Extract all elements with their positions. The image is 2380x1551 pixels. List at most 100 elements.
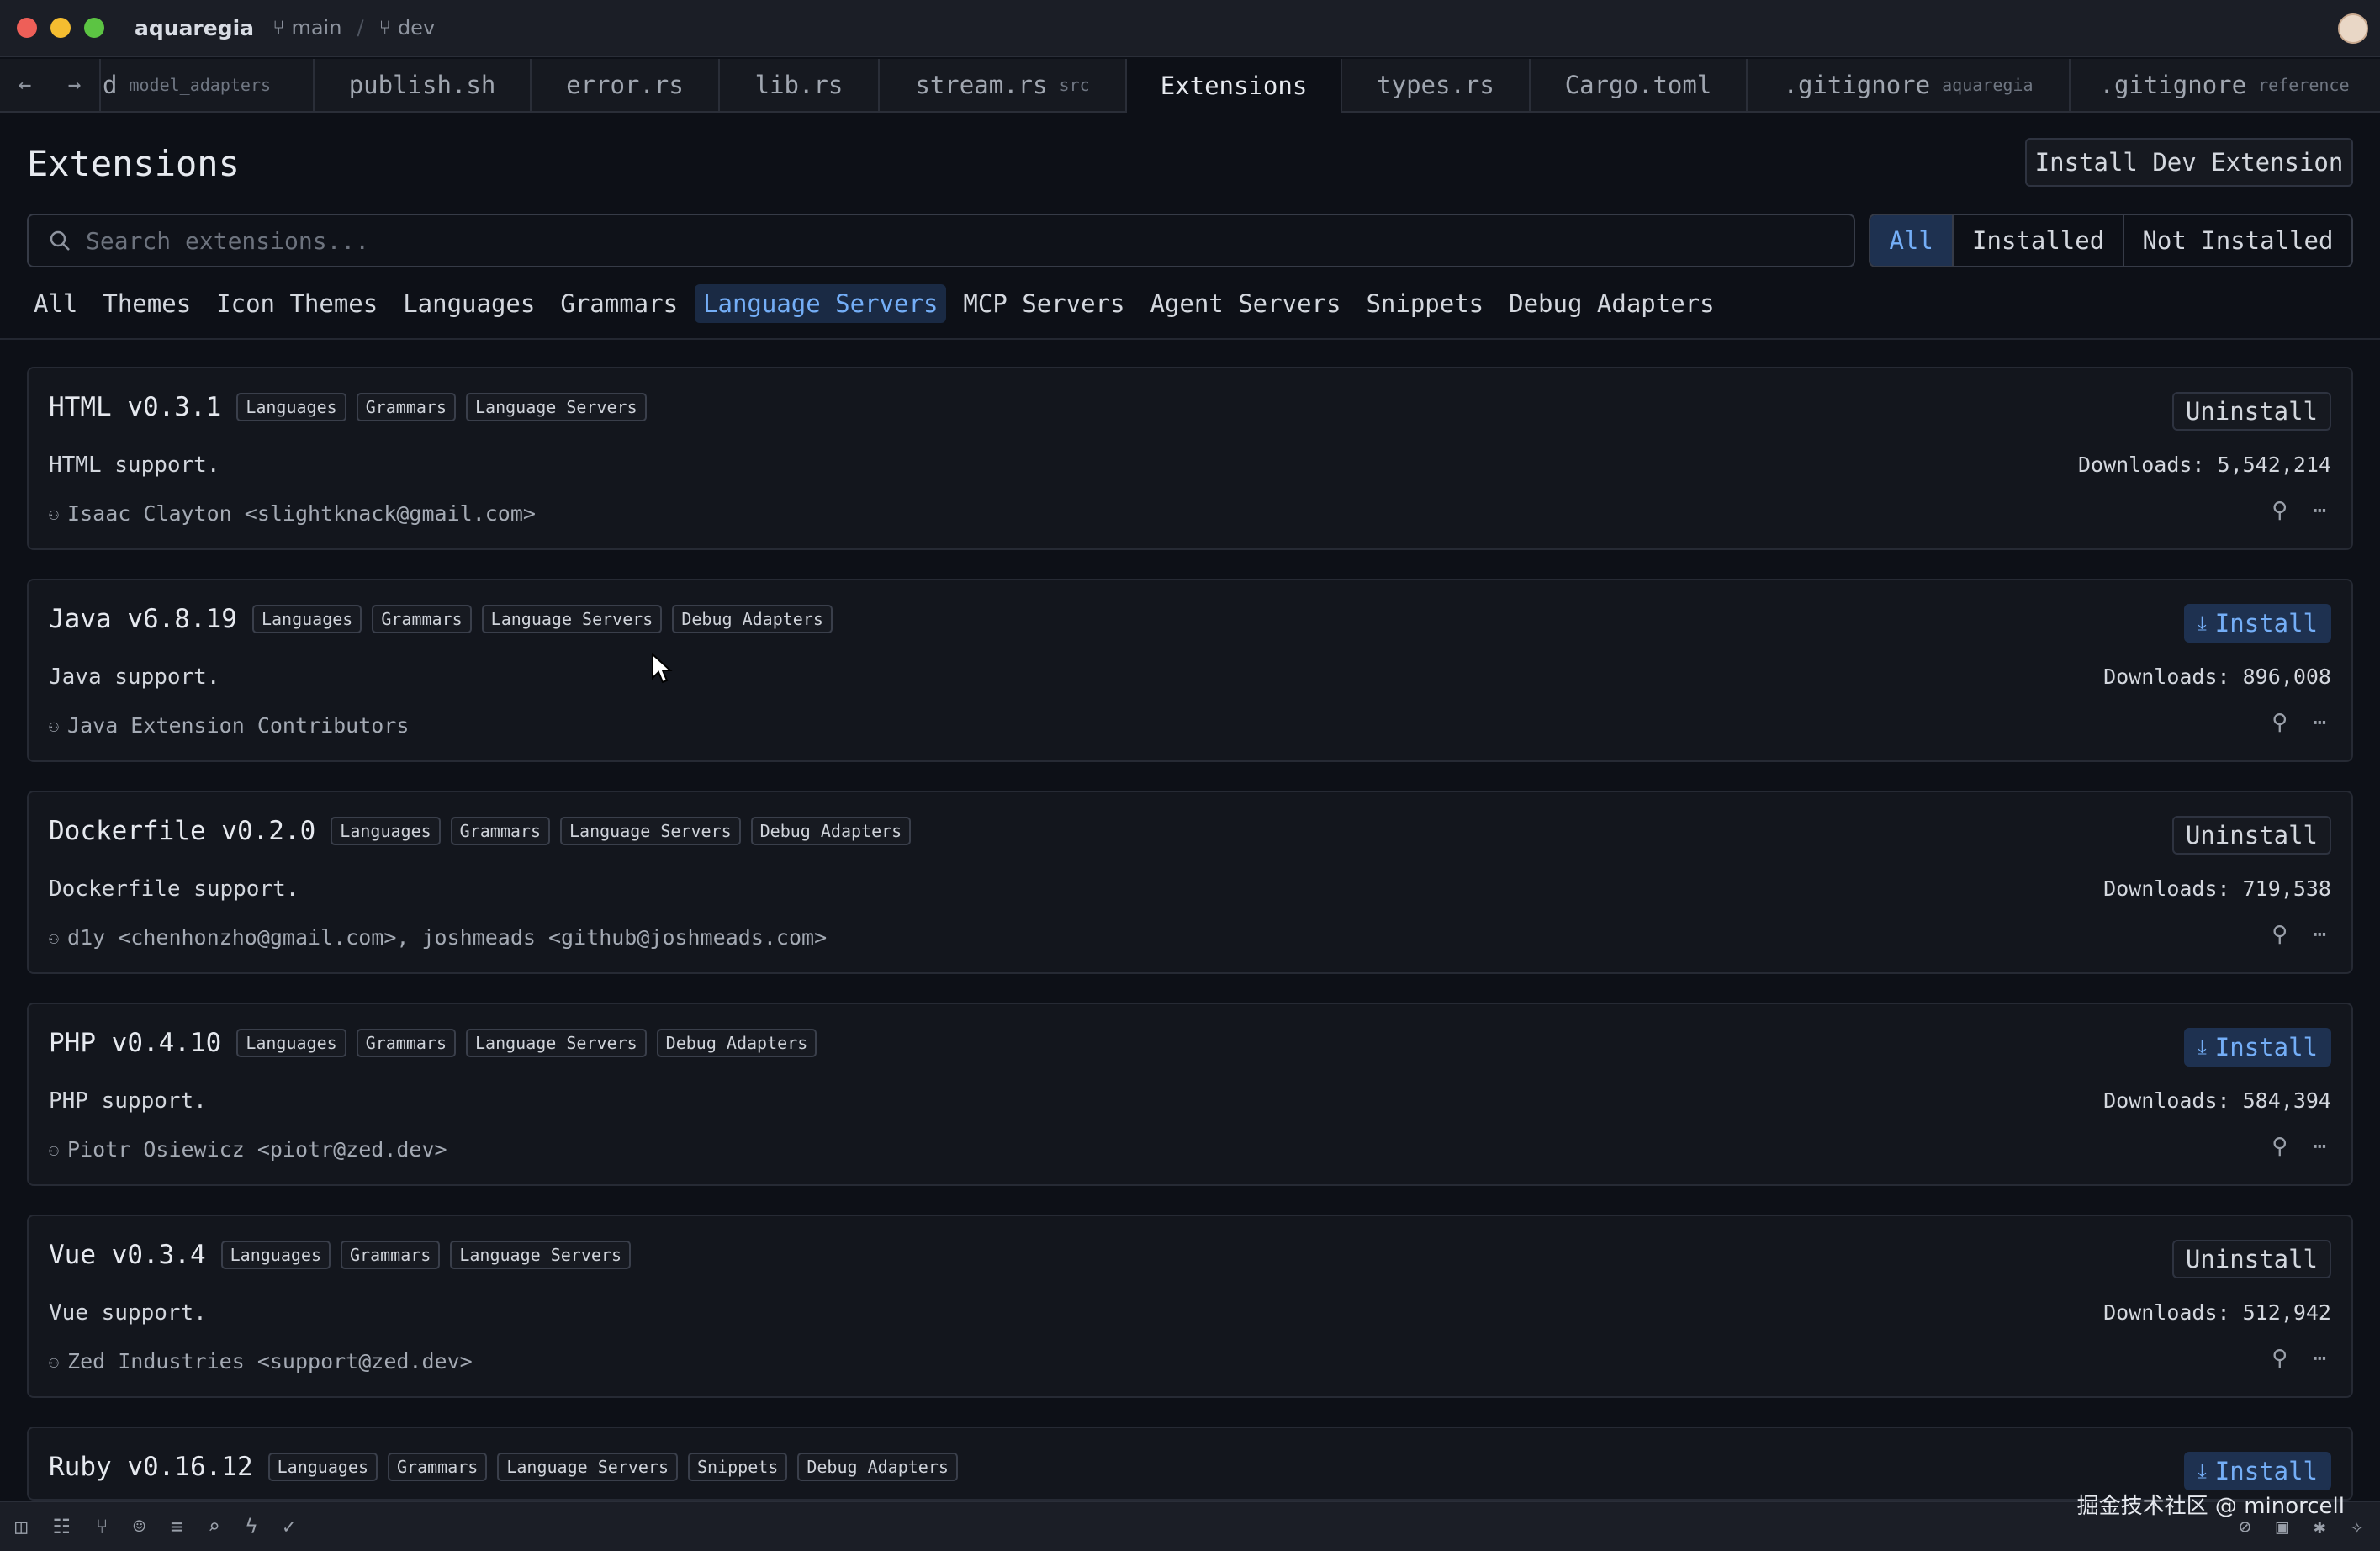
extension-tag: Languages — [331, 817, 441, 845]
uninstall-button[interactable]: Uninstall — [2171, 816, 2331, 855]
user-icon: ⚇ — [49, 927, 60, 948]
more-options-icon[interactable]: ⋯ — [2313, 710, 2326, 735]
outline-icon[interactable]: ≡ — [171, 1515, 182, 1538]
extension-tag: Languages — [251, 605, 362, 633]
category-grammars[interactable]: Grammars — [552, 284, 686, 323]
extension-author: ⚇ Java Extension Contributors — [49, 713, 409, 738]
worktree-icon: ⑂ — [378, 16, 391, 40]
extension-tag: Language Servers — [481, 605, 663, 633]
download-count: Downloads: 512,942 — [2103, 1300, 2331, 1325]
project-panel-icon[interactable]: ☷ — [52, 1515, 71, 1538]
user-icon: ⚇ — [49, 503, 60, 524]
uninstall-button[interactable]: Uninstall — [2171, 392, 2331, 431]
divider — [0, 338, 2380, 340]
back-arrow-icon[interactable]: ← — [19, 72, 32, 98]
assistant-icon[interactable]: ✧ — [2351, 1515, 2363, 1538]
tab-publish-sh[interactable]: publish.sh — [315, 59, 532, 111]
category-icon-themes[interactable]: Icon Themes — [208, 284, 386, 323]
author-label: Isaac Clayton <slightknack@gmail.com> — [67, 501, 536, 526]
github-icon[interactable]: ⚲ — [2272, 1134, 2287, 1159]
install-dev-extension-button[interactable]: Install Dev Extension — [2025, 138, 2353, 187]
tab-stream-rs[interactable]: stream.rs src — [880, 59, 1127, 111]
more-options-icon[interactable]: ⋯ — [2313, 1134, 2326, 1159]
category-debug-adapters[interactable]: Debug Adapters — [1500, 284, 1722, 323]
extension-card[interactable]: Vue v0.3.4 Languages Grammars Language Serv… — [27, 1215, 2353, 1398]
extension-tag: Languages — [267, 1453, 378, 1481]
branch-icon: ⑂ — [272, 16, 285, 40]
category-snippets[interactable]: Snippets — [1357, 284, 1492, 323]
more-options-icon[interactable]: ⋯ — [2313, 1346, 2326, 1371]
filter-installed-button[interactable]: Installed — [1954, 215, 2124, 266]
more-options-icon[interactable]: ⋯ — [2313, 922, 2326, 947]
maximize-window-button[interactable] — [84, 18, 104, 38]
sidebar-toggle-icon[interactable]: ◫ — [15, 1515, 27, 1538]
close-window-button[interactable] — [17, 18, 37, 38]
download-icon: ⤓ — [2198, 1035, 2207, 1059]
collab-icon[interactable]: ☺ — [133, 1515, 145, 1538]
uninstall-button[interactable]: Uninstall — [2171, 1240, 2331, 1278]
download-count: Downloads: 584,394 — [2103, 1088, 2331, 1113]
github-icon[interactable]: ⚲ — [2272, 498, 2287, 523]
search-input[interactable] — [86, 226, 1768, 255]
tab-gitignore-aquaregia[interactable]: .gitignore aquaregia — [1748, 59, 2071, 111]
github-icon[interactable]: ⚲ — [2272, 710, 2287, 735]
forward-arrow-icon[interactable]: → — [68, 72, 82, 98]
github-icon[interactable]: ⚲ — [2272, 922, 2287, 947]
extension-author: ⚇ Isaac Clayton <slightknack@gmail.com> — [49, 501, 536, 526]
branch-selector[interactable]: ⑂ main / ⑂ dev — [272, 16, 435, 40]
action-label: Uninstall — [2185, 397, 2318, 426]
author-label: Java Extension Contributors — [67, 713, 410, 738]
extension-card[interactable]: Dockerfile v0.2.0 Languages Grammars Langua… — [27, 791, 2353, 974]
extension-tag: Language Servers — [559, 817, 741, 845]
extension-author: ⚇ Piotr Osiewicz <piotr@zed.dev> — [49, 1137, 447, 1162]
extension-tag: Grammars — [356, 393, 457, 421]
install-button[interactable]: ⤓ Install — [2184, 1028, 2331, 1067]
filter-not-installed-button[interactable]: Not Installed — [2124, 215, 2351, 266]
tab-label: .gitignore — [2099, 71, 2247, 99]
extension-tag: Languages — [236, 1029, 346, 1057]
extension-tag: Grammars — [356, 1029, 457, 1057]
tab-model-adapters[interactable]: d model_adapters — [101, 59, 315, 111]
action-label: Install — [2214, 609, 2318, 638]
tab-gitignore-reference[interactable]: .gitignore reference — [2071, 59, 2378, 111]
extension-card[interactable]: PHP v0.4.10 Languages Grammars Language Ser… — [27, 1003, 2353, 1186]
tab-label: lib.rs — [754, 71, 844, 99]
git-panel-icon[interactable]: ⑂ — [96, 1515, 108, 1538]
category-mcp-servers[interactable]: MCP Servers — [955, 284, 1133, 323]
page-title: Extensions — [27, 143, 240, 184]
install-button[interactable]: ⤓ Install — [2184, 1452, 2331, 1490]
extension-card[interactable]: Ruby v0.16.12 Languages Grammars Language S… — [27, 1427, 2353, 1501]
tab-types-rs[interactable]: types.rs — [1342, 59, 1531, 111]
extension-header: PHP v0.4.10 Languages Grammars Language Ser… — [49, 1028, 817, 1058]
extension-actions: ⚲ ⋯ — [2272, 710, 2326, 735]
search-icon[interactable]: ⌕ — [208, 1515, 219, 1538]
tab-extensions[interactable]: Extensions — [1127, 59, 1342, 113]
category-language-servers[interactable]: Language Servers — [695, 284, 947, 323]
extension-card[interactable]: Java v6.8.19 Languages Grammars Language Se… — [27, 579, 2353, 762]
tab-error-rs[interactable]: error.rs — [532, 59, 720, 111]
check-icon[interactable]: ✓ — [283, 1515, 294, 1538]
category-languages[interactable]: Languages — [394, 284, 543, 323]
filter-all-button[interactable]: All — [1870, 215, 1954, 266]
extension-card[interactable]: HTML v0.3.1 Languages Grammars Language Ser… — [27, 367, 2353, 550]
action-label: Uninstall — [2185, 1245, 2318, 1273]
category-filters: All Themes Icon Themes Languages Grammar… — [25, 284, 1723, 323]
category-themes[interactable]: Themes — [94, 284, 199, 323]
project-name[interactable]: aquaregia — [135, 16, 254, 40]
author-label: d1y <chenhonzho@gmail.com>, joshmeads <g… — [67, 925, 828, 950]
more-options-icon[interactable]: ⋯ — [2313, 498, 2326, 523]
nav-buttons: ← → — [0, 59, 101, 111]
download-icon: ⤓ — [2198, 611, 2207, 635]
extension-description: PHP support. — [49, 1088, 207, 1114]
github-icon[interactable]: ⚲ — [2272, 1346, 2287, 1371]
search-box — [27, 214, 1855, 267]
category-all[interactable]: All — [25, 284, 86, 323]
tab-cargo-toml[interactable]: Cargo.toml — [1531, 59, 1748, 111]
lightning-icon[interactable]: ϟ — [246, 1515, 257, 1538]
install-button[interactable]: ⤓ Install — [2184, 604, 2331, 643]
extension-tag: Languages — [220, 1241, 331, 1269]
tab-lib-rs[interactable]: lib.rs — [720, 59, 880, 111]
category-agent-servers[interactable]: Agent Servers — [1141, 284, 1349, 323]
avatar[interactable] — [2338, 13, 2368, 44]
minimize-window-button[interactable] — [50, 18, 71, 38]
